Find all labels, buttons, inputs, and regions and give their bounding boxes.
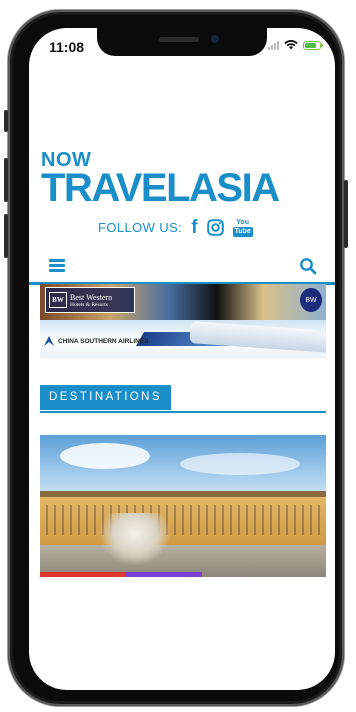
airline-branding: CHINA SOUTHERN AIRLINES (44, 336, 149, 346)
logo-main-text: TRAVELASIA (41, 166, 280, 210)
front-camera (211, 35, 219, 43)
china-southern-ad-banner[interactable]: CHINA SOUTHERN AIRLINES (40, 320, 326, 358)
power-button (344, 180, 348, 248)
destinations-section-header: DESTINATIONS (40, 385, 326, 413)
airline-name: CHINA SOUTHERN AIRLINES (58, 337, 149, 345)
nav-bar (29, 250, 335, 285)
youtube-bottom-text: Tube (232, 226, 253, 237)
site-logo[interactable]: NOW TRAVELASIA (41, 150, 321, 208)
youtube-top-text: You (236, 218, 249, 226)
search-icon[interactable] (299, 257, 317, 275)
destinations-title[interactable]: DESTINATIONS (40, 385, 171, 410)
hamburger-menu-icon[interactable] (49, 259, 65, 272)
cellular-signal-icon (268, 40, 279, 50)
wifi-icon (284, 40, 298, 50)
bw-logo: BW (49, 292, 67, 308)
airplane-image (189, 321, 326, 353)
instagram-icon[interactable] (206, 219, 224, 236)
cloud (60, 443, 150, 469)
bw-badge: BW (300, 288, 322, 312)
battery-icon (303, 41, 323, 50)
volume-down-button (4, 214, 8, 258)
phone-screen: 11:08 NOW TRAVELASIA FOLLOW US: f You Tu… (29, 28, 335, 690)
speaker (159, 37, 199, 42)
cloud (180, 453, 300, 475)
mute-switch (4, 110, 8, 132)
follow-us-bar: FOLLOW US: f You Tube (98, 218, 253, 237)
status-icons (268, 40, 323, 50)
youtube-icon[interactable]: You Tube (232, 218, 253, 237)
volume-up-button (4, 158, 8, 202)
facebook-icon[interactable]: f (191, 218, 197, 237)
airline-logo-icon (44, 336, 54, 346)
category-bar-purple (126, 572, 202, 577)
destination-hero-image[interactable] (40, 435, 326, 577)
best-western-ad-banner[interactable]: BW Best Western Hotels & Resorts BW (40, 284, 326, 320)
follow-us-label: FOLLOW US: (98, 220, 183, 235)
category-bar-red (40, 572, 126, 577)
best-western-brand: Best Western (70, 292, 113, 302)
palace-windows (40, 505, 326, 535)
best-western-tagline: Hotels & Resorts (70, 301, 108, 308)
status-time: 11:08 (49, 39, 85, 55)
best-western-logo-box: BW Best Western Hotels & Resorts (45, 287, 135, 313)
fountain-statue (100, 513, 170, 565)
notch (97, 28, 267, 56)
